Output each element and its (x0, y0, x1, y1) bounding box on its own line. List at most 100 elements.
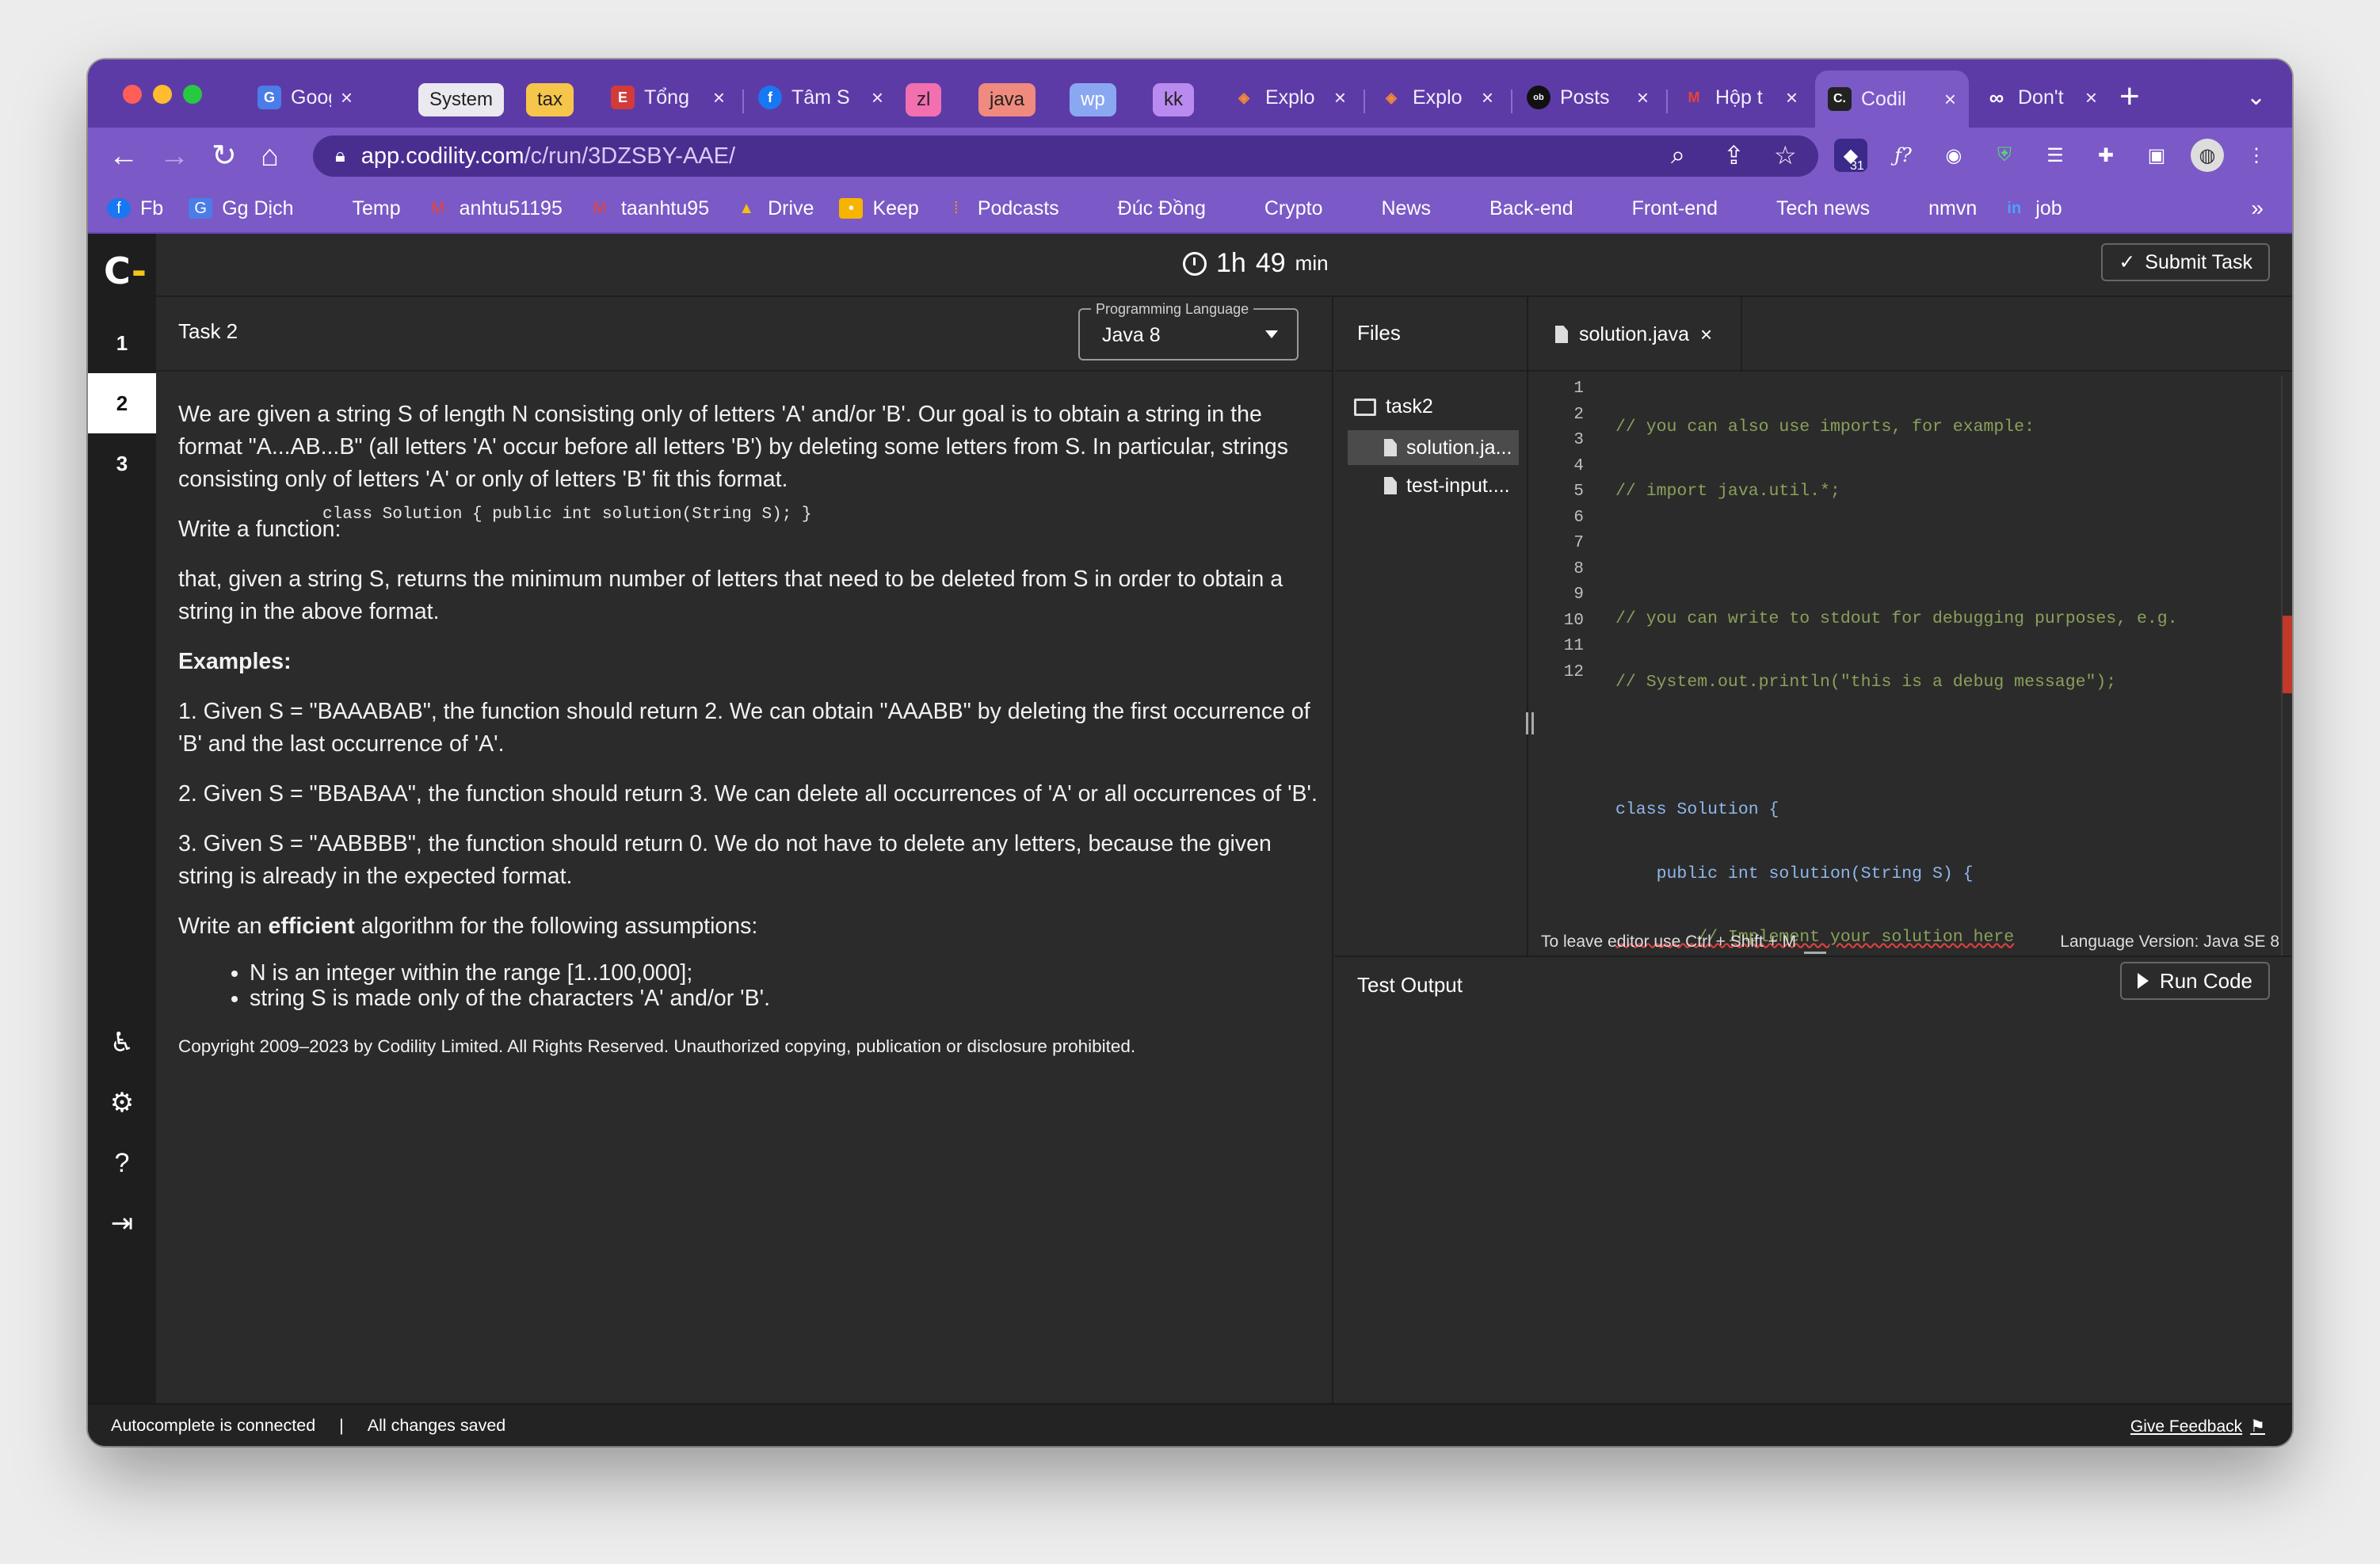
close-tab-icon[interactable]: × (713, 86, 725, 110)
timer: 1h 49 min (1183, 248, 1329, 279)
bookmark-star-icon[interactable]: ☆ (1774, 140, 1797, 170)
help-icon[interactable]: ? (105, 1146, 139, 1180)
kebab-menu-icon[interactable]: ⋮ (2240, 139, 2273, 172)
browser-tab[interactable]: G Goog × (245, 77, 365, 118)
close-tab-icon[interactable]: × (1700, 322, 1712, 347)
close-tab-icon[interactable]: × (1482, 86, 1493, 110)
browser-tab[interactable]: ∞ Don't × (1972, 77, 2110, 118)
editor-resize-handle[interactable] (1526, 712, 1534, 734)
close-tab-icon[interactable]: × (1334, 86, 1346, 110)
give-feedback-link[interactable]: Give Feedback ⚑ (2130, 1417, 2265, 1436)
bookmark-item[interactable]: ▲ Drive (734, 197, 814, 220)
zoom-icon[interactable]: ⌕ (1671, 140, 1685, 170)
url-path: /c/run/3DZSBY-AAE/ (524, 143, 736, 169)
tab-group-zl[interactable]: zl (906, 83, 942, 116)
task-1-button[interactable]: 1 (88, 313, 156, 373)
editor-tab-solution-java[interactable]: solution.java × (1528, 297, 1742, 372)
owl-extension-icon[interactable]: ◉ (1937, 139, 1970, 172)
bookmark-folder[interactable]: nmvn (1895, 197, 1977, 315)
back-arrow-icon[interactable]: ← (109, 139, 139, 174)
close-tab-icon[interactable]: × (1786, 86, 1798, 110)
tab-strip: G Goog × System tax E Tổng × f Tâm S × z… (88, 59, 2292, 128)
close-tab-icon[interactable]: × (872, 86, 883, 110)
tab-group-wp[interactable]: wp (1070, 83, 1116, 116)
close-tab-icon[interactable]: × (2085, 86, 2097, 110)
logout-icon[interactable]: ⇥ (105, 1207, 139, 1240)
bookmark-folder[interactable]: Tech news (1743, 197, 1870, 315)
file-icon (1555, 326, 1568, 343)
share-icon[interactable]: ⇪ (1723, 140, 1745, 170)
code-line: public int solution(String S) { (1615, 864, 1974, 883)
flag-icon: ⚑ (2250, 1417, 2265, 1436)
more-bookmarks-button[interactable]: » (2251, 196, 2264, 221)
language-select[interactable]: Programming Language Java 8 (1078, 301, 1299, 360)
doc-icon: E (611, 86, 635, 109)
google-translate-icon: G (189, 198, 213, 219)
browser-tab[interactable]: ◈ Explo × (1219, 77, 1359, 118)
file-test-input[interactable]: test-input.... (1348, 468, 1519, 503)
tab-group-system[interactable]: System (418, 83, 505, 116)
shield-extension-icon[interactable]: ⛨ (1988, 139, 2021, 172)
close-tab-icon[interactable]: × (341, 86, 353, 110)
forward-arrow-icon[interactable]: → (159, 139, 189, 174)
bookmark-item[interactable]: ⁞ Podcasts (944, 197, 1059, 220)
browser-tab[interactable]: E Tổng × (598, 77, 738, 118)
formula-extension-icon[interactable]: ƒ? (1886, 139, 1920, 172)
task-2-button[interactable]: 2 (88, 373, 156, 433)
side-panel-icon[interactable]: ▣ (2140, 139, 2173, 172)
minimize-window-button[interactable] (153, 85, 172, 104)
explorer-icon: ◈ (1238, 89, 1249, 105)
list-extension-icon[interactable]: ☰ (2039, 139, 2072, 172)
file-solution-java[interactable]: solution.ja... (1348, 430, 1519, 465)
bookmark-folder[interactable]: Crypto (1231, 197, 1322, 315)
browser-tab[interactable]: ob Posts × (1514, 77, 1661, 118)
gear-icon[interactable]: ⚙ (105, 1086, 139, 1120)
folder-task2[interactable]: task2 (1354, 395, 1433, 418)
bookmark-folder[interactable]: Temp (319, 197, 401, 315)
bookmark-folder[interactable]: Front-end (1599, 197, 1718, 315)
bookmark-folder[interactable]: News (1348, 197, 1431, 315)
accessibility-icon[interactable]: ♿︎ (105, 1026, 139, 1059)
task-header: Task 2 Programming Language Java 8 (156, 297, 1332, 372)
run-code-button[interactable]: Run Code (2119, 962, 2270, 1000)
files-header: Files (1335, 297, 1527, 372)
new-tab-button[interactable]: + (2119, 77, 2140, 116)
task-body: We are given a string S of length N cons… (178, 399, 1319, 1076)
bookmark-item[interactable]: in job (2002, 197, 2062, 220)
bookmark-item[interactable]: Manhtu51195 (426, 197, 563, 220)
codility-app: C- 1 2 3 ♿︎ ⚙ ? ⇥ 1h 49 min ✓ Submit Task … (88, 234, 2292, 1446)
close-tab-icon[interactable]: × (1637, 86, 1649, 110)
tab-group-kk[interactable]: kk (1153, 83, 1194, 116)
submit-task-button[interactable]: ✓ Submit Task (2101, 243, 2270, 281)
reload-icon[interactable]: ↻ (212, 139, 237, 174)
browser-tab[interactable]: ◈ Explo × (1367, 77, 1506, 118)
browser-tab[interactable]: f Tâm S × (746, 77, 896, 118)
puzzle-extension-icon[interactable]: ✚ (2089, 139, 2123, 172)
bookmark-item[interactable]: G Gg Dịch (189, 197, 294, 220)
bookmark-item[interactable]: • Keep (839, 197, 919, 220)
home-icon[interactable]: ⌂ (261, 139, 279, 174)
linkedin-icon: in (2007, 199, 2022, 217)
address-bar[interactable]: 🔒︎ app.codility.com/c/run/3DZSBY-AAE/ (313, 135, 1818, 177)
code-editor[interactable]: solution.java × 1 2 3 4 5 6 7 8 9 10 11 … (1528, 297, 2292, 1074)
close-window-button[interactable] (123, 85, 142, 104)
tab-group-java[interactable]: java (978, 83, 1036, 116)
maximize-window-button[interactable] (183, 85, 202, 104)
profile-avatar[interactable]: ◍ (2191, 139, 2224, 172)
line-numbers: 1 2 3 4 5 6 7 8 9 10 11 12 (1563, 380, 1584, 681)
bookmark-item[interactable]: f Fb (107, 197, 163, 220)
close-tab-icon[interactable]: × (1944, 87, 1956, 112)
tab-group-tax[interactable]: tax (526, 83, 574, 116)
bookmark-folder[interactable]: Đúc Đồng (1085, 197, 1206, 315)
bookmark-item[interactable]: Mtaanhtu95 (588, 197, 710, 220)
browser-tab[interactable]: M Hộp t × (1669, 77, 1810, 118)
tab-search-chevron-icon[interactable]: ⌄ (2246, 83, 2266, 111)
task-3-button[interactable]: 3 (88, 433, 156, 494)
keep-icon: • (839, 198, 864, 219)
gmail-icon: M (593, 199, 607, 217)
browser-tab-active[interactable]: C. Codil × (1815, 71, 1969, 128)
folder-open-icon (1354, 398, 1376, 416)
codility-logo: C- (104, 250, 147, 292)
bookmark-folder[interactable]: Back-end (1456, 197, 1573, 315)
